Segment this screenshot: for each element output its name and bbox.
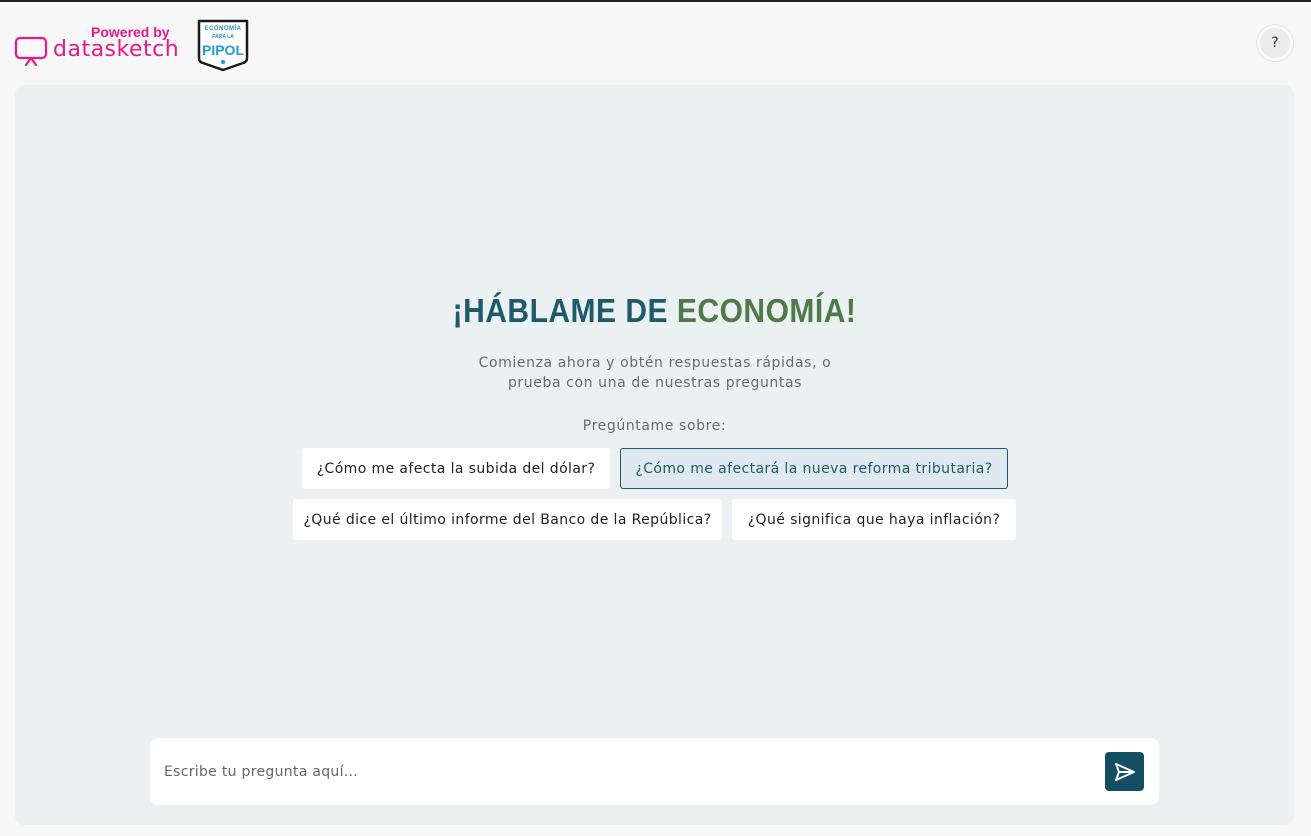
datasketch-logo[interactable]: Powered by datasketch (14, 24, 179, 70)
headline-part2: ECONOMÍA! (676, 292, 857, 330)
question-mark-icon: ? (1271, 35, 1279, 51)
badge-line1: ECONOMÍA (205, 24, 242, 32)
suggestion-chip-inflacion[interactable]: ¿Qué significa que haya inflación? (732, 499, 1016, 540)
page-title: ¡HÁBLAME DE ECONOMÍA! (15, 293, 1294, 331)
suggestion-label: ¿Cómo me afecta la subida del dólar? (316, 460, 596, 477)
help-button[interactable]: ? (1257, 25, 1293, 61)
economia-para-la-pipol-logo[interactable]: ECONOMÍA PARA LA PIPOL (196, 18, 250, 72)
question-input[interactable] (164, 760, 1084, 784)
suggestion-chip-dolar[interactable]: ¿Cómo me afecta la subida del dólar? (302, 448, 610, 489)
suggestion-label: ¿Cómo me afectará la nueva reforma tribu… (635, 460, 993, 477)
suggestion-label: ¿Qué dice el último informe del Banco de… (303, 511, 712, 528)
suggestion-chip-banco-republica[interactable]: ¿Qué dice el último informe del Banco de… (293, 499, 722, 540)
tv-icon (14, 36, 48, 66)
ask-me-about-label: Pregúntame sobre: (582, 418, 727, 434)
chat-panel: ¡HÁBLAME DE ECONOMÍA! Comienza ahora y o… (15, 85, 1294, 825)
top-bar: Powered by datasketch ECONOMÍA PARA LA P… (0, 2, 1311, 82)
send-icon (1114, 762, 1135, 781)
badge-line2: PARA LA (212, 34, 234, 40)
suggestion-chip-reforma-tributaria[interactable]: ¿Cómo me afectará la nueva reforma tribu… (620, 448, 1008, 489)
subtitle-text: Comienza ahora y obtén respuestas rápida… (478, 355, 832, 391)
badge-line3: PIPOL (202, 42, 244, 58)
brand-wordmark: datasketch (53, 37, 180, 62)
suggestion-label: ¿Qué significa que haya inflación? (747, 511, 1001, 528)
chat-input-bar (150, 738, 1159, 805)
send-button[interactable] (1105, 752, 1144, 791)
headline-part1: ¡HÁBLAME DE (452, 292, 677, 330)
